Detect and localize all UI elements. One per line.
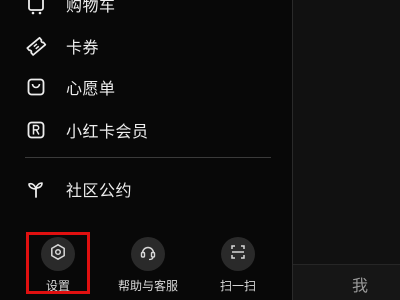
menu-item-community-guidelines[interactable]: 社区公约: [24, 173, 264, 205]
settings-label: 设置: [45, 279, 70, 293]
settings-button[interactable]: 设置: [22, 237, 94, 297]
sprout-icon: [24, 177, 48, 201]
wishlist-bag-icon: [24, 75, 48, 99]
shopping-cart-icon: [24, 0, 48, 16]
help-and-support-button[interactable]: 帮助与客服: [112, 237, 184, 297]
menu-item-label: 小红卡会员: [66, 122, 149, 141]
scan-icon: [229, 243, 247, 265]
menu-separator: [25, 157, 271, 158]
settings-button-circle: [41, 237, 75, 271]
menu-item-label: 社区公约: [66, 181, 133, 200]
registered-member-icon: [24, 118, 48, 142]
menu-item-label: 心愿单: [66, 79, 116, 98]
scan-button-circle: [221, 237, 255, 271]
headset-icon: [139, 243, 157, 265]
menu-item-shopping-cart[interactable]: 购物车: [24, 0, 264, 20]
background-page-panel[interactable]: [292, 0, 400, 300]
scan-button[interactable]: 扫一扫: [202, 237, 274, 297]
menu-item-label: 卡券: [66, 38, 100, 57]
scan-label: 扫一扫: [219, 279, 256, 293]
tab-me[interactable]: 我: [335, 272, 385, 296]
menu-item-wishlist[interactable]: 心愿单: [24, 71, 264, 103]
menu-item-member[interactable]: 小红卡会员: [24, 114, 264, 146]
menu-item-coupon[interactable]: 卡券: [24, 30, 264, 62]
help-and-support-label: 帮助与客服: [117, 279, 178, 293]
gear-icon: [49, 243, 67, 265]
help-button-circle: [131, 237, 165, 271]
drawer-edge-divider: [292, 0, 293, 300]
menu-item-label: 购物车: [66, 0, 116, 15]
ticket-icon: [24, 34, 48, 58]
